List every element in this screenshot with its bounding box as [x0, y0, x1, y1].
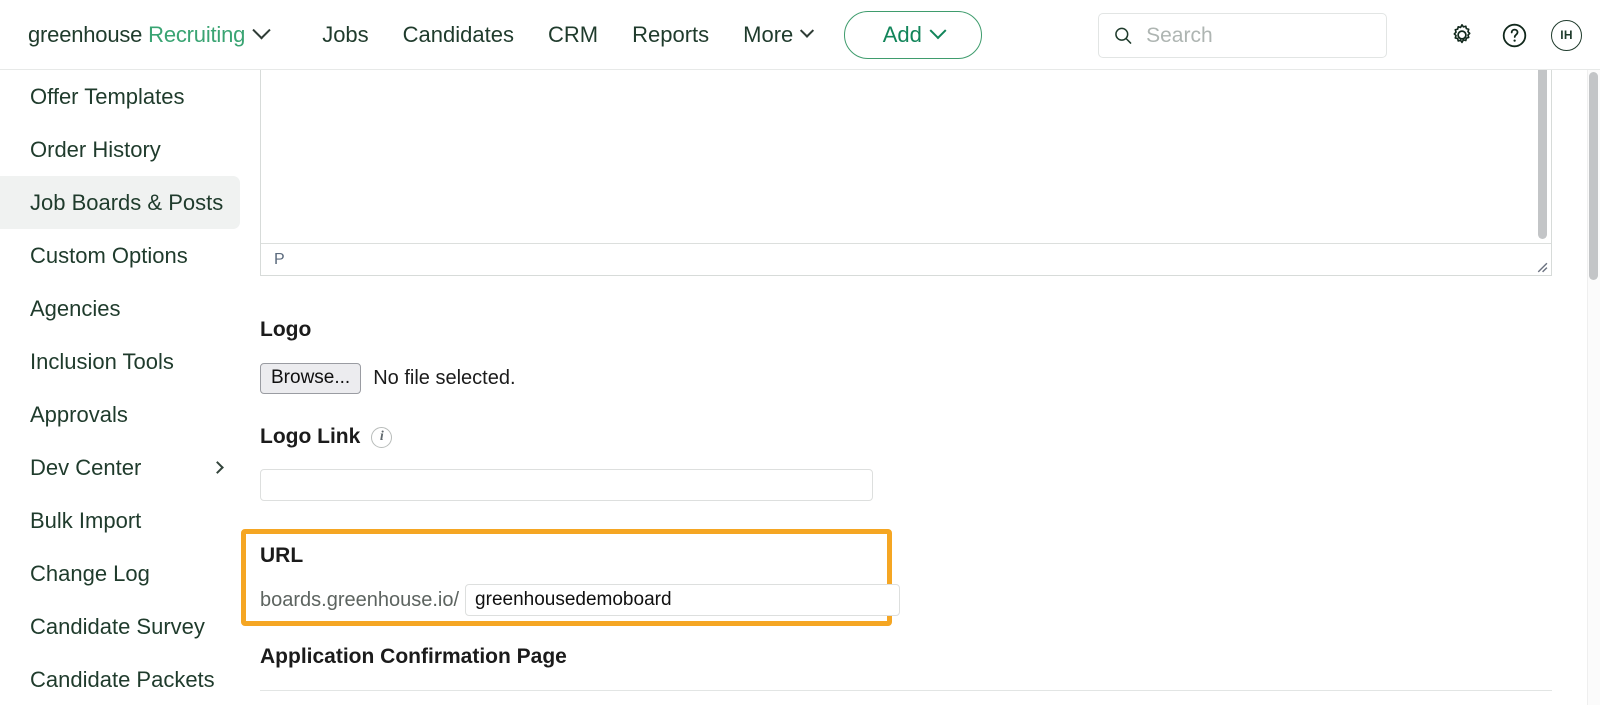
sidebar-item-label: Agencies — [30, 296, 121, 322]
nav-link-more[interactable]: More — [743, 22, 812, 48]
nav-link-jobs[interactable]: Jobs — [322, 22, 368, 48]
editor-element-path-bar: P — [261, 243, 1551, 275]
url-slug-input[interactable] — [465, 584, 900, 616]
logo-link-label-text: Logo Link — [260, 425, 360, 449]
sidebar-item-order-history[interactable]: Order History — [0, 123, 240, 176]
logo-link-input[interactable] — [260, 469, 873, 501]
sidebar-item-agencies[interactable]: Agencies — [0, 282, 240, 335]
sidebar-item-change-log[interactable]: Change Log — [0, 547, 240, 600]
nav-link-more-label: More — [743, 22, 793, 48]
sidebar-item-label: Inclusion Tools — [30, 349, 174, 375]
primary-navigation-links: Jobs Candidates CRM Reports More — [322, 22, 812, 48]
editor-vertical-scrollbar[interactable] — [1538, 61, 1547, 239]
search-icon — [1113, 24, 1133, 47]
logo-file-upload-row: Browse... No file selected. — [260, 363, 516, 394]
sidebar-item-label: Candidate Survey — [30, 614, 205, 640]
chevron-down-icon — [929, 22, 946, 39]
application-confirmation-page-label: Application Confirmation Page — [260, 645, 567, 669]
brand-secondary-text: Recruiting — [148, 22, 245, 47]
logo-file-status: No file selected. — [373, 367, 515, 390]
job-board-settings-form: P Logo Browse... No file selected. Logo … — [240, 70, 1600, 705]
gear-icon[interactable] — [1447, 20, 1477, 50]
sidebar-item-label: Order History — [30, 137, 161, 163]
sidebar-item-label: Bulk Import — [30, 508, 141, 534]
page-scrollbar-track[interactable] — [1587, 70, 1600, 705]
url-prefix-text: boards.greenhouse.io/ — [260, 589, 459, 612]
url-field-label: URL — [260, 544, 303, 568]
url-label-text: URL — [260, 544, 303, 568]
sidebar-item-inclusion-tools[interactable]: Inclusion Tools — [0, 335, 240, 388]
url-input-row: boards.greenhouse.io/ — [260, 584, 900, 616]
sidebar-item-approvals[interactable]: Approvals — [0, 388, 240, 441]
info-icon[interactable]: i — [371, 427, 392, 448]
sidebar-item-label: Custom Options — [30, 243, 188, 269]
section-divider — [260, 690, 1552, 691]
resize-handle-icon[interactable] — [1535, 260, 1548, 273]
gear-icon-glyph — [1449, 22, 1475, 48]
sidebar-item-label: Dev Center — [30, 455, 141, 481]
settings-sidebar: Offer Templates Order History Job Boards… — [0, 70, 240, 705]
top-navigation-bar: greenhouse Recruiting Jobs Candidates CR… — [0, 0, 1600, 70]
nav-link-candidates[interactable]: Candidates — [403, 22, 514, 48]
logo-label-text: Logo — [260, 318, 311, 342]
brand-primary-text: greenhouse — [28, 22, 142, 47]
nav-link-candidates-label: Candidates — [403, 22, 514, 48]
question-circle-icon-glyph — [1501, 22, 1528, 49]
logo-field-label: Logo — [260, 318, 311, 342]
logo-browse-button-label: Browse... — [271, 367, 350, 388]
sidebar-item-label: Offer Templates — [30, 84, 184, 110]
help-icon[interactable] — [1499, 20, 1529, 50]
application-confirmation-page-label-text: Application Confirmation Page — [260, 645, 567, 669]
add-button-label: Add — [883, 22, 922, 48]
avatar-initials: IH — [1560, 28, 1573, 42]
nav-link-crm-label: CRM — [548, 22, 598, 48]
sidebar-item-label: Approvals — [30, 402, 128, 428]
brand-logo-menu[interactable]: greenhouse Recruiting — [28, 22, 268, 48]
sidebar-item-candidate-survey[interactable]: Candidate Survey — [0, 600, 240, 653]
nav-link-reports-label: Reports — [632, 22, 709, 48]
nav-link-jobs-label: Jobs — [322, 22, 368, 48]
sidebar-item-offer-templates[interactable]: Offer Templates — [0, 70, 240, 123]
page-scrollbar-thumb[interactable] — [1589, 72, 1598, 280]
editor-element-path: P — [274, 251, 285, 269]
sidebar-item-dev-center[interactable]: Dev Center — [0, 441, 240, 494]
sidebar-item-label: Job Boards & Posts — [30, 190, 223, 216]
chevron-down-icon — [252, 21, 270, 39]
editor-content-area[interactable] — [261, 57, 1551, 243]
sidebar-item-label: Candidate Packets — [30, 667, 215, 693]
avatar[interactable]: IH — [1551, 20, 1582, 51]
nav-link-crm[interactable]: CRM — [548, 22, 598, 48]
sidebar-item-label: Change Log — [30, 561, 150, 587]
sidebar-item-bulk-import[interactable]: Bulk Import — [0, 494, 240, 547]
nav-link-reports[interactable]: Reports — [632, 22, 709, 48]
sidebar-item-custom-options[interactable]: Custom Options — [0, 229, 240, 282]
sidebar-item-job-boards-and-posts[interactable]: Job Boards & Posts — [0, 176, 240, 229]
add-button[interactable]: Add — [844, 11, 982, 59]
search-input[interactable] — [1146, 24, 1376, 48]
description-rich-text-editor[interactable]: P — [260, 57, 1552, 276]
logo-link-field-label: Logo Link i — [260, 425, 392, 449]
url-field-highlight-box: URL boards.greenhouse.io/ — [241, 529, 892, 626]
brand-logo-text: greenhouse Recruiting — [28, 22, 245, 48]
chevron-down-icon — [800, 23, 814, 37]
chevron-right-icon — [211, 461, 224, 474]
sidebar-item-candidate-packets[interactable]: Candidate Packets — [0, 653, 240, 706]
global-search-container[interactable] — [1098, 13, 1387, 58]
logo-browse-button[interactable]: Browse... — [260, 363, 361, 394]
header-icon-group: IH — [1447, 0, 1582, 70]
